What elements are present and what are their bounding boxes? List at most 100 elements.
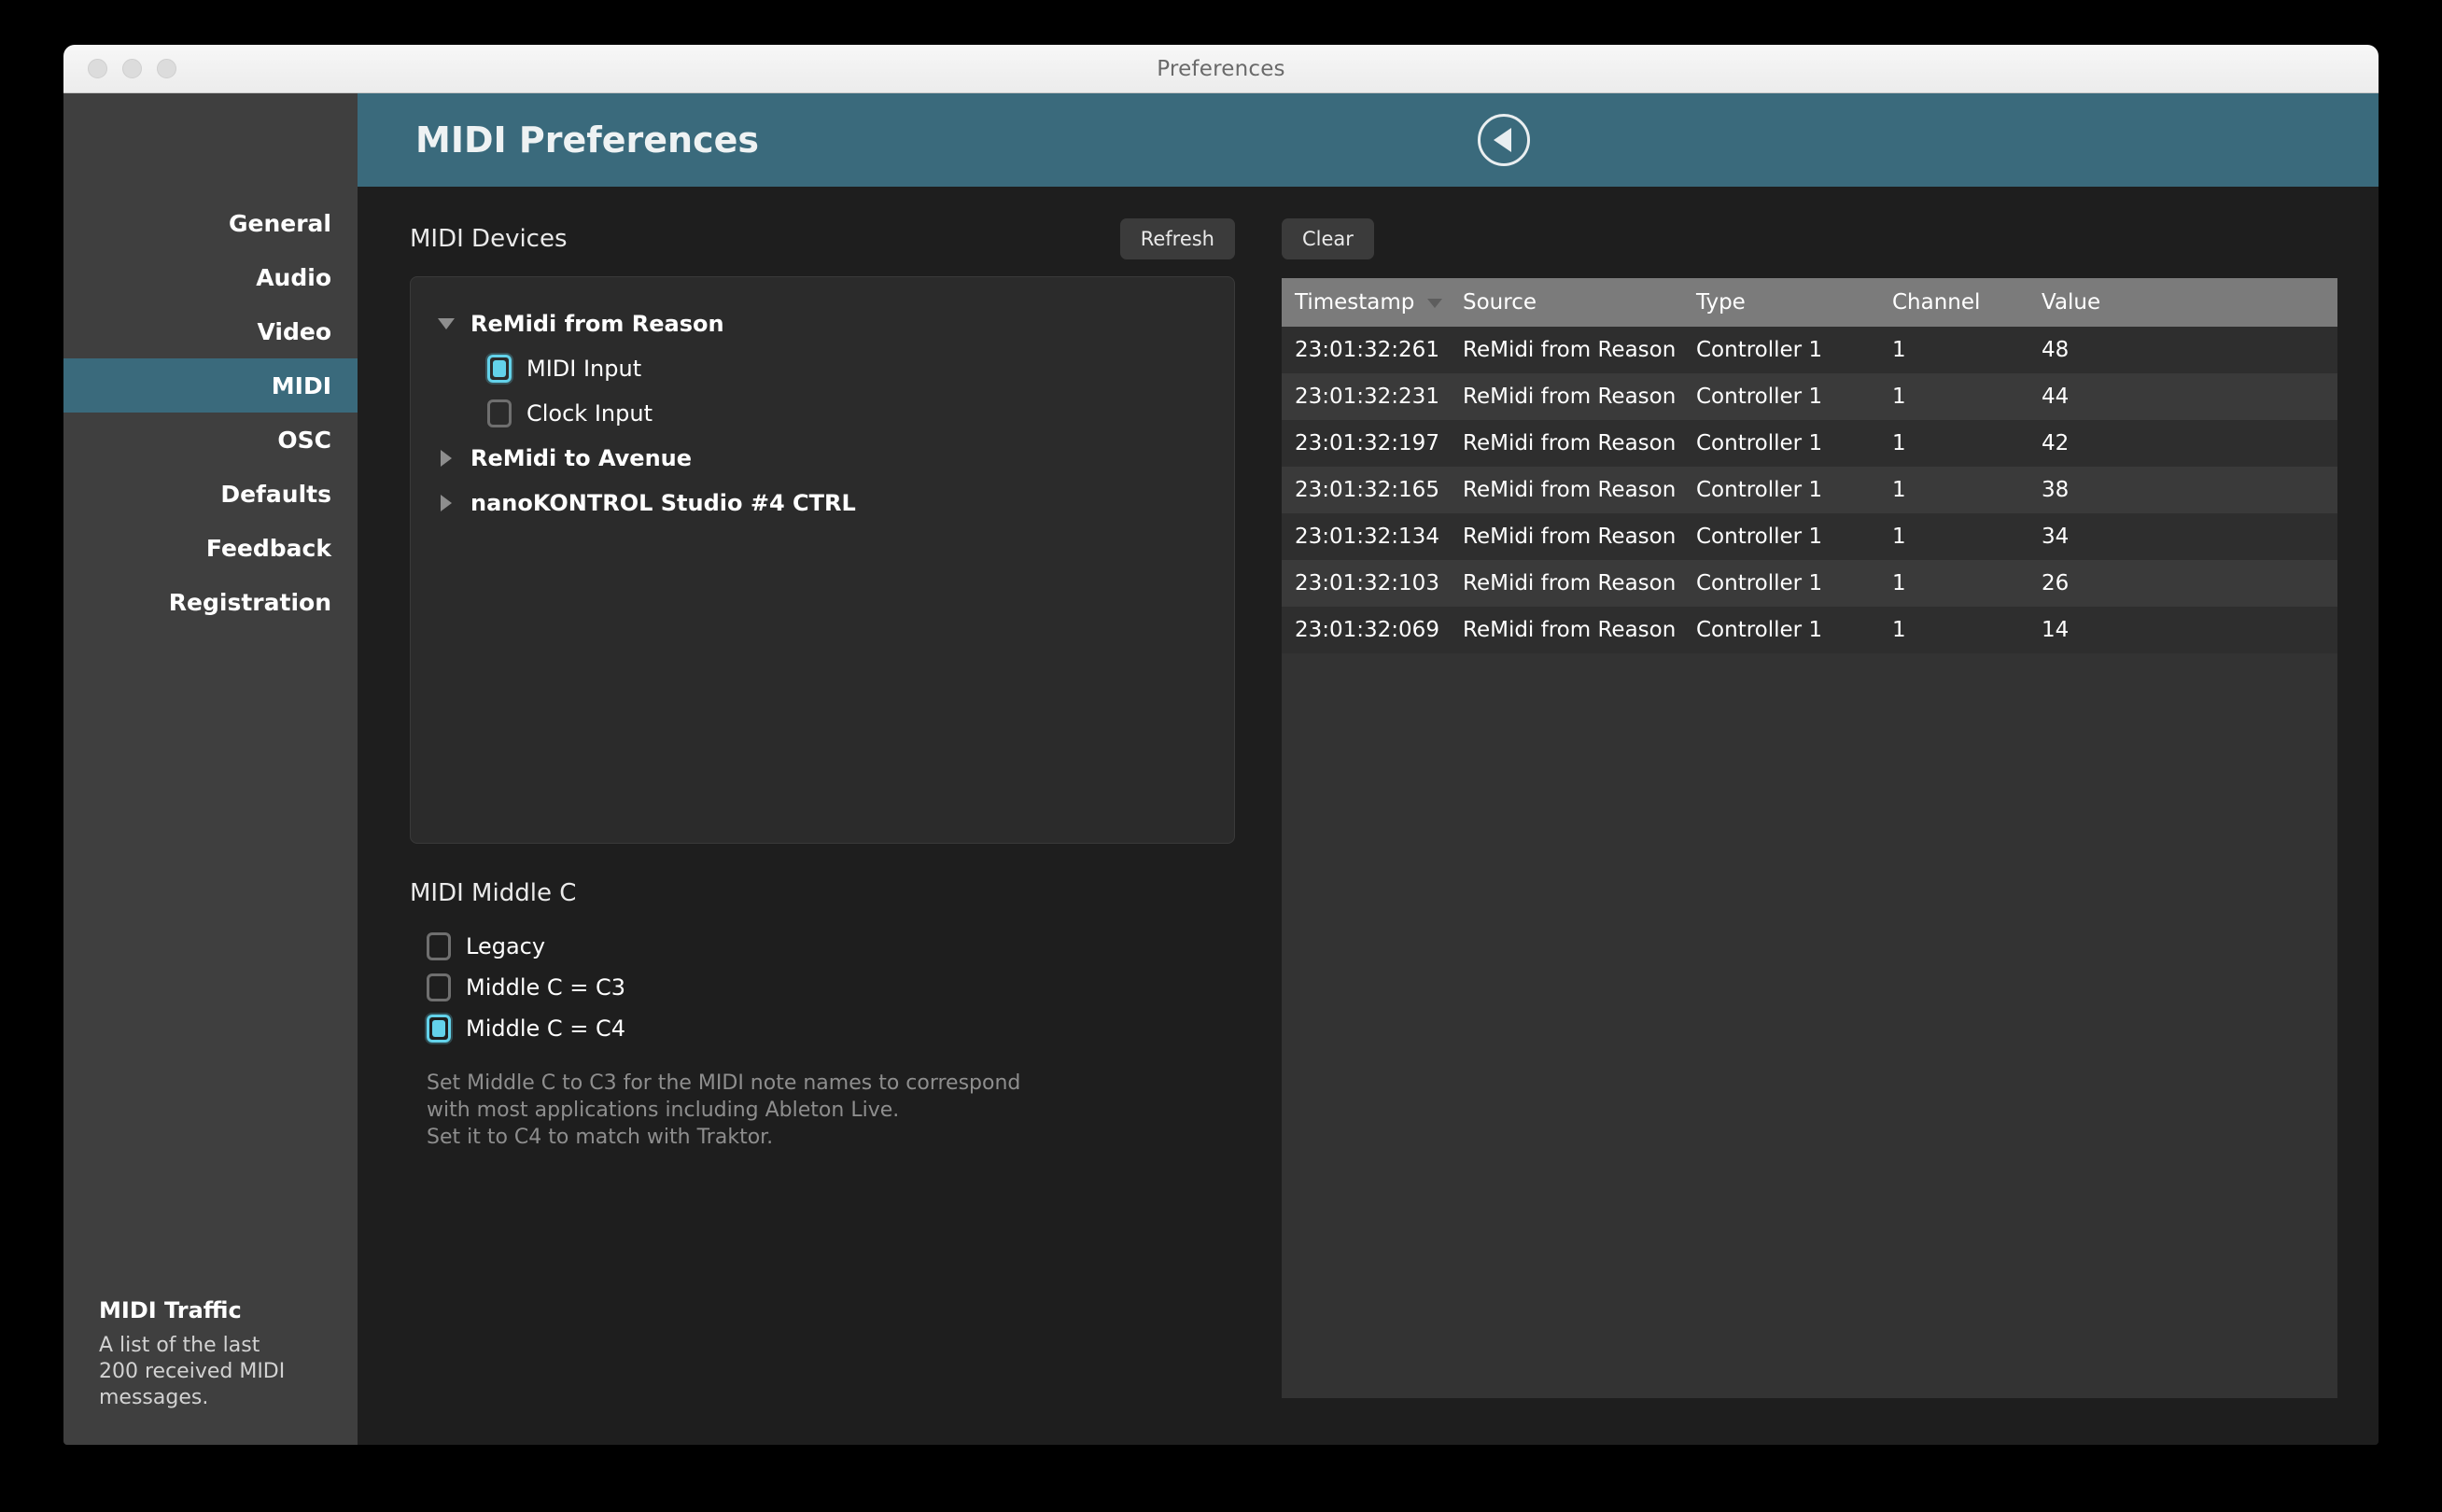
midi-middle-c-help-text: Set Middle C to C3 for the MIDI note nam… [427, 1071, 1021, 1150]
column-header-label: Type [1696, 290, 1746, 315]
cell-channel: 1 [1892, 478, 1906, 502]
cell-source: ReMidi from Reason [1463, 525, 1677, 549]
devices-header-row: MIDI Devices Refresh [410, 218, 1235, 259]
table-row[interactable]: 23:01:32:231 ReMidi from Reason Controller… [1282, 373, 2337, 420]
cell-type: Controller 1 [1696, 618, 1823, 642]
sidebar-item-feedback[interactable]: Feedback [63, 521, 358, 575]
cell-value: 26 [2042, 571, 2070, 595]
preferences-window: Preferences General Audio Video MIDI OSC Defa… [63, 45, 2379, 1445]
device-tree-node[interactable]: ReMidi to Avenue [411, 436, 1234, 481]
cell-value: 38 [2042, 478, 2070, 502]
device-tree-child[interactable]: Clock Input [411, 391, 1234, 436]
checkbox-clock-input[interactable] [487, 399, 512, 427]
disclosure-triangle-glyph [441, 495, 452, 511]
table-row[interactable]: 23:01:32:103 ReMidi from Reason Controller… [1282, 560, 2337, 607]
table-row[interactable]: 23:01:32:165 ReMidi from Reason Controller… [1282, 467, 2337, 513]
cell-value: 34 [2042, 525, 2070, 549]
midi-traffic-panel: Timestamp Source Type Channel Value 23:01:32… [1282, 278, 2337, 1398]
sidebar-item-video[interactable]: Video [63, 304, 358, 358]
device-tree-node[interactable]: ReMidi from Reason [411, 301, 1234, 346]
chevron-right-icon[interactable] [435, 447, 457, 469]
table-row[interactable]: 23:01:32:069 ReMidi from Reason Controller… [1282, 607, 2337, 653]
sidebar-footer-title: MIDI Traffic [99, 1296, 242, 1323]
sidebar-footer-description: A list of the last 200 received MIDI mes… [99, 1333, 286, 1409]
clear-button[interactable]: Clear [1282, 218, 1374, 259]
table-row[interactable]: 23:01:32:261 ReMidi from Reason Controller… [1282, 327, 2337, 373]
device-name-label: ReMidi from Reason [470, 311, 724, 337]
middle-c-option[interactable]: Legacy [410, 926, 1235, 967]
middle-c-option-label: Middle C = C3 [466, 974, 626, 1001]
cell-channel: 1 [1892, 618, 1906, 642]
device-tree-child[interactable]: MIDI Input [411, 346, 1234, 391]
checkbox-middle-c-c3[interactable] [427, 973, 451, 1001]
column-header-timestamp[interactable]: Timestamp [1282, 278, 1450, 327]
middle-c-option[interactable]: Middle C = C4 [410, 1008, 1235, 1049]
cell-timestamp: 23:01:32:231 [1295, 385, 1439, 409]
traffic-header-row: Timestamp Source Type Channel Value [1282, 278, 2337, 327]
sidebar-item-audio[interactable]: Audio [63, 250, 358, 304]
chevron-right-icon[interactable] [435, 492, 457, 514]
disclosure-triangle-glyph [441, 450, 452, 467]
page-content: MIDI Devices Refresh ReMidi from Reason M… [358, 187, 2379, 1445]
midi-middle-c-label: MIDI Middle C [410, 879, 577, 907]
sidebar-item-label: General [229, 209, 331, 237]
midi-middle-c-options: Legacy Middle C = C3 Middle C = C4 [410, 926, 1235, 1049]
cell-channel: 1 [1892, 338, 1906, 362]
window-titlebar: Preferences [63, 45, 2379, 93]
sidebar-item-label: Audio [256, 263, 331, 291]
device-child-label: Clock Input [526, 400, 653, 427]
sort-descending-icon [1427, 298, 1443, 308]
cell-value: 48 [2042, 338, 2070, 362]
column-header-type[interactable]: Type [1683, 278, 1879, 327]
cell-type: Controller 1 [1696, 431, 1823, 455]
traffic-column: Clear Timestamp Source Type Channel Value 23… [1235, 218, 2337, 1445]
device-child-label: MIDI Input [526, 356, 642, 382]
disclosure-triangle-glyph [438, 318, 455, 329]
preferences-sidebar: General Audio Video MIDI OSC Defaults Feedback… [63, 93, 358, 1445]
cell-type: Controller 1 [1696, 338, 1823, 362]
cell-type: Controller 1 [1696, 385, 1823, 409]
sidebar-item-osc[interactable]: OSC [63, 413, 358, 467]
cell-timestamp: 23:01:32:134 [1295, 525, 1439, 549]
column-header-channel[interactable]: Channel [1879, 278, 2028, 327]
column-header-value[interactable]: Value [2028, 278, 2337, 327]
midi-middle-c-section: MIDI Middle C Legacy Middle C = C3 Middle … [410, 879, 1235, 1151]
column-header-label: Value [2042, 290, 2101, 315]
sidebar-item-general[interactable]: General [63, 196, 358, 250]
sidebar-item-midi[interactable]: MIDI [63, 358, 358, 413]
page-header: MIDI Preferences [358, 93, 2379, 187]
cell-type: Controller 1 [1696, 478, 1823, 502]
column-header-label: Channel [1892, 290, 1981, 315]
checkbox-middle-c-c4[interactable] [427, 1015, 451, 1043]
checkbox-midi-input[interactable] [487, 355, 512, 383]
column-header-source[interactable]: Source [1450, 278, 1683, 327]
cell-channel: 1 [1892, 525, 1906, 549]
preferences-main: MIDI Preferences MIDI Devices Refresh Re… [358, 93, 2379, 1445]
middle-c-option-label: Middle C = C4 [466, 1015, 626, 1042]
refresh-button[interactable]: Refresh [1119, 218, 1235, 259]
table-row[interactable]: 23:01:32:134 ReMidi from Reason Controller… [1282, 513, 2337, 560]
device-tree-node[interactable]: nanoKONTROL Studio #4 CTRL [411, 481, 1234, 525]
sidebar-item-registration[interactable]: Registration [63, 575, 358, 629]
window-title: Preferences [1157, 56, 1285, 81]
sidebar-item-label: Feedback [205, 534, 331, 562]
cell-timestamp: 23:01:32:069 [1295, 618, 1439, 642]
sidebar-item-label: Video [257, 317, 331, 345]
sidebar-nav-list: General Audio Video MIDI OSC Defaults Feedback… [63, 93, 358, 629]
column-header-label: Timestamp [1295, 290, 1415, 315]
sidebar-item-label: Defaults [220, 480, 331, 508]
devices-column: MIDI Devices Refresh ReMidi from Reason M… [358, 218, 1235, 1445]
checkbox-legacy[interactable] [427, 932, 451, 960]
sidebar-item-label: OSC [277, 426, 331, 454]
middle-c-option[interactable]: Middle C = C3 [410, 967, 1235, 1008]
cell-timestamp: 23:01:32:165 [1295, 478, 1439, 502]
midi-device-tree[interactable]: ReMidi from Reason MIDI Input Clock Input R… [410, 276, 1235, 844]
cell-value: 42 [2042, 431, 2070, 455]
back-triangle-icon[interactable] [1478, 114, 1530, 166]
sidebar-item-defaults[interactable]: Defaults [63, 467, 358, 521]
chevron-down-icon[interactable] [435, 313, 457, 335]
table-row[interactable]: 23:01:32:197 ReMidi from Reason Controller… [1282, 420, 2337, 467]
cell-source: ReMidi from Reason [1463, 385, 1677, 409]
clear-button-wrap: Clear [1282, 218, 2337, 259]
sidebar-item-label: Registration [168, 588, 331, 616]
